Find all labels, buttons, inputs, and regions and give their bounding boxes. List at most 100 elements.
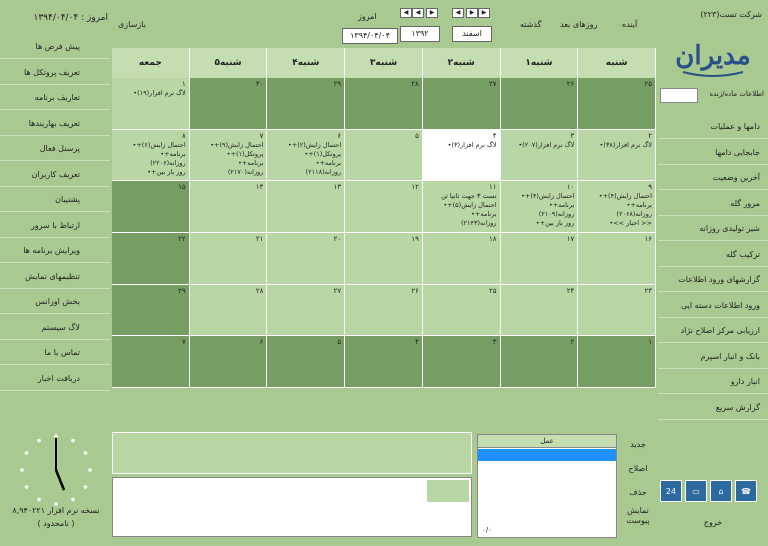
day-cell[interactable]: ۲۵ [422,284,501,337]
event-item[interactable]: •لاگ نرم افزار(۳۸) [600,141,652,150]
year-prev-button[interactable]: ◀ [400,8,412,18]
event-item[interactable]: •+پروتکل(۱) [288,150,341,159]
day-cell[interactable]: ۱۴ [189,181,268,233]
left-menu-item[interactable]: دریافت اخبار [0,366,110,391]
event-item[interactable]: •+احتمال زایش(۶) [132,141,185,150]
right-menu-item[interactable]: دامها و عملیات [658,114,768,139]
day-cell[interactable]: ۲۶ [345,284,423,337]
day-cell[interactable]: ۲۷ [422,78,501,130]
event-item[interactable]: •+احتمال زایش(۹) [210,141,263,150]
day-cell[interactable]: ۳۰ [189,78,268,130]
event-item[interactable]: •+برنامه [210,159,263,168]
resync-button[interactable]: بازسازی [118,20,146,29]
day-cell[interactable]: ۱۷ [500,233,579,285]
event-item[interactable]: •+احتمال زایش(۴) [599,192,652,201]
event-item[interactable]: روزانه(۲۱۱۸) [288,168,342,177]
day-cell[interactable]: ۵ [345,129,423,182]
past-button[interactable]: گذشته [520,20,541,29]
left-menu-item[interactable]: بخش اوزانس [0,289,110,314]
event-item[interactable]: •+برنامه [288,159,341,168]
day-cell[interactable]: ۲۵ [578,78,656,130]
day-cell[interactable]: ۷ •+احتمال زایش(۹) •+پروتکل(۱) •+برنامه روزا… [189,129,268,182]
right-menu-item[interactable]: شیر تولیدی روزانه [658,216,768,241]
today-date-field[interactable]: ۱۳۹۴/۰۴/۰۴ [342,28,398,44]
day-cell[interactable]: ۱۳ [267,181,346,233]
right-menu-item[interactable]: آخرین وضعیت [658,165,768,190]
left-menu-item[interactable]: پرسنل فعال [0,136,110,161]
event-item[interactable]: روزانه(۲۱۴۳) [441,219,497,228]
event-item[interactable]: •لاگ نرم افزار(۲۰۷) [518,141,574,150]
day-cell[interactable]: ۷ [112,336,190,388]
day-cell[interactable]: ۲۲ [112,233,190,285]
right-menu-item[interactable]: جابجایی دامها [658,140,768,165]
left-menu-item[interactable]: تعریف پروتکل ها [0,60,110,85]
right-menu-item[interactable]: گزارشهای ورود اطلاعات [658,267,768,292]
day-cell[interactable]: ۴ [345,336,423,388]
day-cell[interactable]: ۲۷ [267,284,346,337]
day-cell[interactable]: ۱ [578,336,656,388]
month-prev-button[interactable]: ◀ [452,8,464,18]
notes-editor[interactable] [112,477,472,537]
delete-button[interactable]: حذف [620,488,656,497]
event-item[interactable]: روزانه(۲۲۰۶) [132,159,186,168]
home-icon[interactable]: ⌂ [710,480,732,502]
day-cell[interactable]: ۱۹ [345,233,423,285]
event-item[interactable]: •+احتمال زایش(۵) [441,201,496,210]
day-cell[interactable]: ۵ [267,336,346,388]
event-item[interactable]: روزانه(۲۱۷۰) [210,168,264,177]
left-menu-item[interactable]: تعریف کاربران [0,162,110,187]
day-cell[interactable]: ۸ •+احتمال زایش(۶) •+برنامه روزانه(۲۲۰۶) •+ر… [112,129,190,182]
day-cell[interactable]: ۲۸ [189,284,268,337]
day-cell[interactable]: ۳ [422,336,501,388]
exit-button[interactable]: خروج [658,518,768,527]
event-item[interactable]: •+برنامه [521,201,574,210]
day-cell[interactable]: ۴ •لاگ نرم افزار(۳) [422,129,501,182]
day-cell[interactable]: ۲۰ [267,233,346,285]
right-menu-item[interactable]: بانک و انبار اسپرم [658,344,768,369]
day-cell[interactable]: ۲۱ [189,233,268,285]
left-menu-item[interactable]: پشتیبان [0,187,110,212]
left-menu-item[interactable]: تماس با ما [0,340,110,365]
event-item[interactable]: •+برنامه [132,150,185,159]
event-item[interactable]: •+احتمال زایش(۲) [288,141,341,150]
event-item[interactable]: •+روز باز بین [132,168,185,177]
left-menu-item[interactable]: تعریف بهاربندها [0,111,110,136]
day-cell[interactable]: ۱۲ [345,181,423,233]
day-cell[interactable]: ۶ [189,336,268,388]
left-menu-item[interactable]: تنظیمهای نمایش [0,264,110,289]
day-cell[interactable]: ۲۹ [112,284,190,337]
edit-button[interactable]: اصلاح [620,464,656,473]
day-cell[interactable]: ۲ [500,336,579,388]
selected-row[interactable] [478,449,616,461]
event-item[interactable]: •+برنامه [599,201,652,210]
day-cell[interactable]: ۱۸ [422,233,501,285]
day-cell[interactable]: ۲ •لاگ نرم افزار(۳۸) [578,129,656,182]
left-menu-item[interactable]: پیش فرض ها [0,34,110,59]
show-attachment-button[interactable]: نمایش پیوست [620,506,656,526]
event-item[interactable]: •لاگ نرم افزار(۳) [448,141,497,150]
event-item[interactable]: تست ۳ جهت ثانیا ثن [441,192,496,201]
new-button[interactable]: جدید [620,440,656,449]
day-cell[interactable]: ۲۳ [578,284,656,337]
day-cell[interactable]: ۳ •لاگ نرم افزار(۲۰۷) [500,129,579,182]
calendar-24-icon[interactable]: 24 [660,480,682,502]
left-menu-item[interactable]: لاگ سیستم [0,315,110,340]
event-item[interactable]: •+احتمال زایش(۴) [521,192,574,201]
left-menu-item[interactable]: ویرایش برنامه ها [0,238,110,263]
day-cell[interactable]: ۲۴ [500,284,579,337]
future-button[interactable]: آینده [622,20,637,29]
year-field[interactable]: ۱۳۹۲ [400,26,440,42]
right-menu-item[interactable]: انبار دارو [658,369,768,394]
notes-action-button[interactable] [427,480,469,502]
year-prev-2-button[interactable]: ◀ [412,8,424,18]
work-list[interactable]: عمل ۰/۰ [477,434,617,538]
right-menu-item[interactable]: ورود اطلاعات دسته ایی [658,293,768,318]
left-menu-item[interactable]: ارتباط با سرور [0,213,110,238]
monitor-icon[interactable]: ▭ [685,480,707,502]
event-item[interactable]: روزانه(۲۰۶۸) [599,210,652,219]
event-item[interactable]: •لاگ نرم افزار(۱۹) [133,89,185,98]
day-cell[interactable]: ۱۱ تست ۳ جهت ثانیا ثن •+احتمال زایش(۵) •+بر… [422,181,501,233]
day-cell[interactable]: ۱۰ •+احتمال زایش(۴) •+برنامه روزانه(۲۱۰۹) •+… [500,181,579,233]
month-next-button[interactable]: ▶ [466,8,478,18]
day-cell[interactable]: ۲۹ [267,78,346,130]
